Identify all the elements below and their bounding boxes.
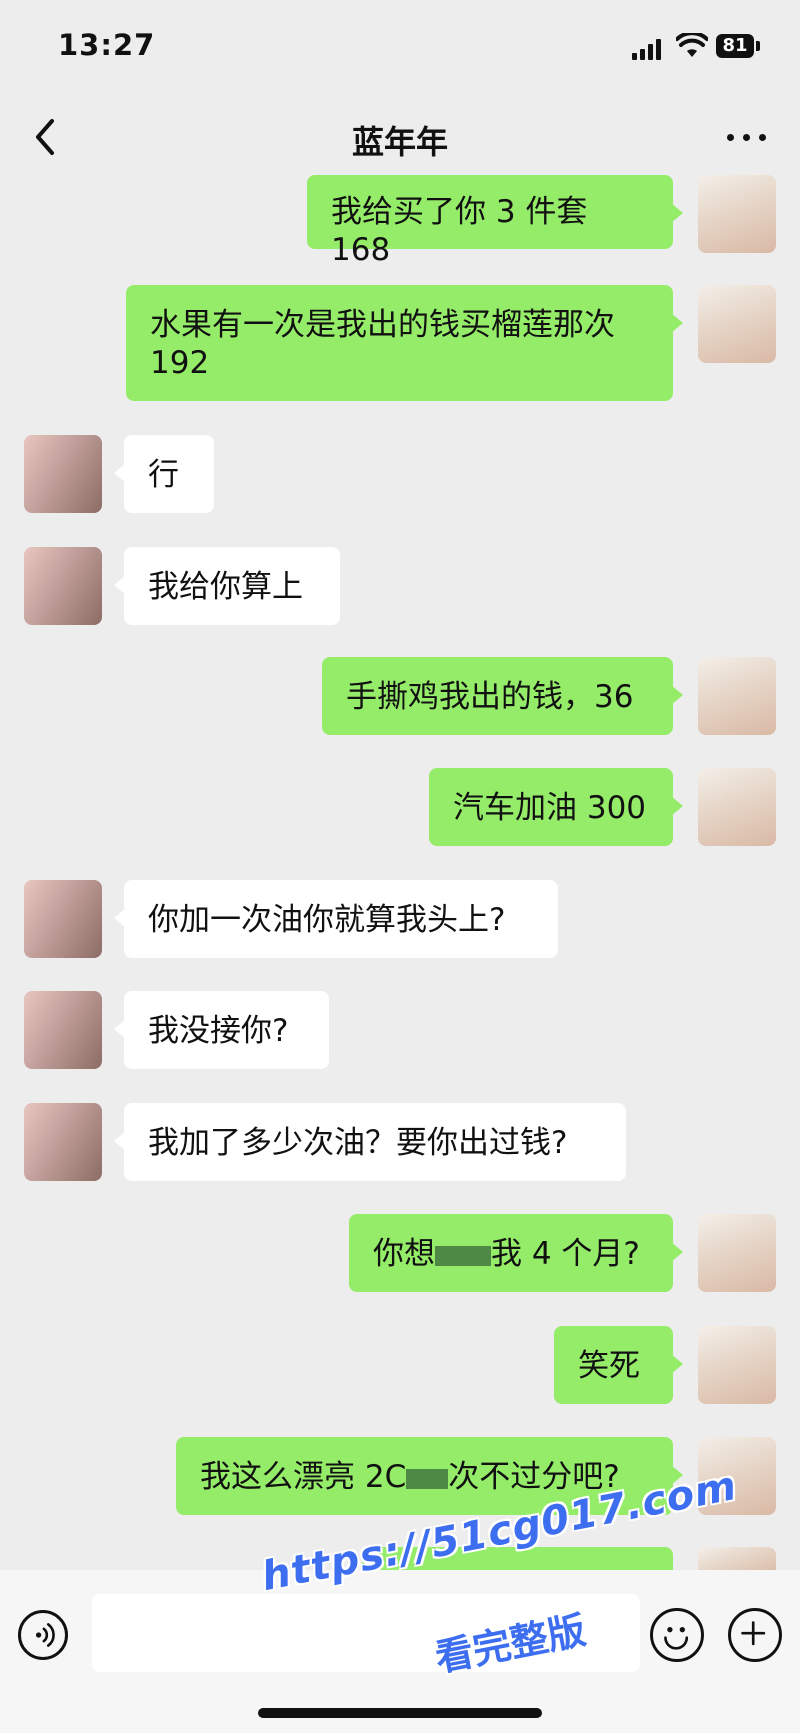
my-avatar[interactable] [698, 768, 776, 846]
message-text-start: 你想 [373, 1236, 435, 1272]
redaction-block [435, 1245, 491, 1266]
my-avatar[interactable] [698, 1214, 776, 1292]
message-sent: 水果有一次是我出的钱买榴莲那次 192 [0, 285, 800, 405]
message-received: 行 [0, 435, 800, 515]
message-received: 我没接你? [0, 991, 800, 1071]
emoji-icon[interactable] [650, 1608, 704, 1662]
message-sent: 笑死 [0, 1326, 800, 1406]
message-text-start: 我这么漂亮 2C [200, 1459, 407, 1495]
message-sent: 你想 我 4 个月? [0, 1214, 800, 1294]
chat-header: 蓝年年 [0, 95, 800, 180]
more-options-icon[interactable] [725, 125, 769, 149]
voice-icon[interactable] [18, 1610, 68, 1660]
message-bubble[interactable]: 我没接你? [114, 991, 329, 1069]
status-time: 13:27 [58, 28, 156, 62]
my-avatar[interactable] [698, 1547, 776, 1570]
message-sent: 手撕鸡我出的钱，36 [0, 657, 800, 737]
redaction-block [406, 1468, 449, 1489]
message-bubble[interactable]: 行 [114, 435, 214, 513]
my-avatar[interactable] [698, 1326, 776, 1404]
signal-icon [632, 38, 662, 60]
chat-title: 蓝年年 [351, 123, 448, 161]
message-list[interactable]: 我给买了你 3 件套 168 水果有一次是我出的钱买榴莲那次 192 行 我给你… [0, 175, 800, 1570]
message-bubble[interactable]: 手撕鸡我出的钱，36 [322, 657, 683, 735]
my-avatar[interactable] [698, 657, 776, 735]
message-text-end: 我 4 个月? [491, 1236, 640, 1272]
plus-icon[interactable] [728, 1608, 782, 1662]
wifi-icon [676, 33, 708, 57]
contact-avatar[interactable] [24, 991, 102, 1069]
message-bubble[interactable]: 你加一次油你就算我头上? [114, 880, 558, 958]
message-bubble[interactable]: 汽车加油 300 [429, 768, 683, 846]
contact-avatar[interactable] [24, 880, 102, 958]
contact-avatar[interactable] [24, 435, 102, 513]
message-received: 你加一次油你就算我头上? [0, 880, 800, 960]
contact-avatar[interactable] [24, 1103, 102, 1181]
my-avatar[interactable] [698, 175, 776, 253]
message-sent: 我给买了你 3 件套 168 [0, 175, 800, 268]
status-bar: 13:27 81 [0, 0, 800, 95]
message-received: 我加了多少次油？要你出过钱? [0, 1103, 800, 1183]
home-indicator[interactable] [258, 1708, 542, 1718]
message-bubble[interactable]: 笑死 [554, 1326, 683, 1404]
message-bubble[interactable]: 我给你算上 [114, 547, 340, 625]
contact-avatar[interactable] [24, 547, 102, 625]
message-bubble[interactable]: 我加了多少次油？要你出过钱? [114, 1103, 626, 1181]
message-bubble[interactable]: 你想 我 4 个月? [349, 1214, 683, 1292]
input-bar [0, 1570, 800, 1733]
message-sent: 汽车加油 300 [0, 768, 800, 848]
battery-icon: 81 [716, 34, 754, 58]
message-bubble[interactable]: 水果有一次是我出的钱买榴莲那次 192 [126, 285, 683, 401]
battery-tip [756, 41, 760, 51]
message-bubble[interactable]: 我给买了你 3 件套 168 [307, 175, 683, 268]
my-avatar[interactable] [698, 285, 776, 363]
message-received: 我给你算上 [0, 547, 800, 627]
